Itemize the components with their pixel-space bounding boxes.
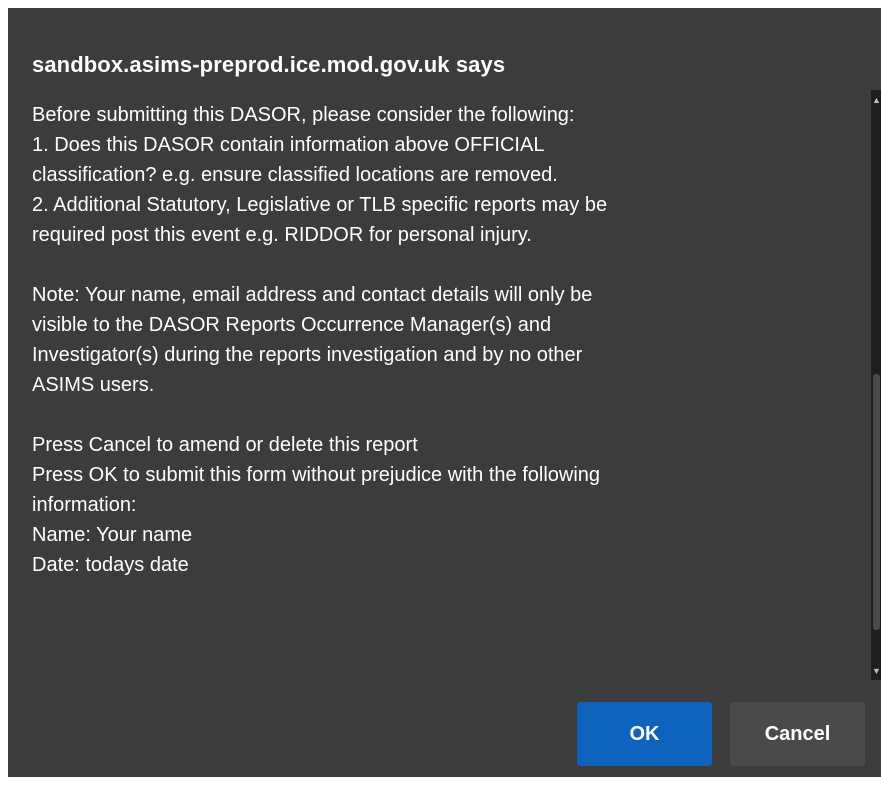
message-line: Note: Your name, email address and conta… — [32, 284, 593, 306]
dialog-title: sandbox.asims-preprod.ice.mod.gov.uk say… — [32, 52, 506, 77]
message-line: information: — [32, 494, 137, 516]
message-line: Name: Your name — [32, 524, 193, 546]
chevron-up-icon[interactable]: ▲ — [872, 96, 881, 105]
message-line: ASIMS users. — [32, 374, 155, 396]
message-line: Date: todays date — [32, 554, 189, 576]
message-line: 2. Additional Statutory, Legislative or … — [32, 194, 608, 216]
message-line: required post this event e.g. RIDDOR for… — [32, 224, 532, 246]
message-line: 1. Does this DASOR contain information a… — [32, 134, 545, 156]
message-line: Press OK to submit this form without pre… — [32, 464, 601, 486]
cancel-button[interactable]: Cancel — [730, 702, 865, 766]
chevron-down-icon[interactable]: ▼ — [872, 667, 881, 676]
message-line: Press Cancel to amend or delete this rep… — [32, 434, 418, 456]
message-line: Before submitting this DASOR, please con… — [32, 104, 575, 126]
ok-button[interactable]: OK — [577, 702, 712, 766]
alert-dialog: sandbox.asims-preprod.ice.mod.gov.uk say… — [8, 8, 881, 777]
message-line: visible to the DASOR Reports Occurrence … — [32, 314, 552, 336]
message-line: classification? e.g. ensure classified l… — [32, 164, 558, 186]
message-scrollbar[interactable]: ▲ ▼ — [871, 90, 881, 680]
message-line: Investigator(s) during the reports inves… — [32, 344, 583, 366]
scrollbar-thumb[interactable] — [873, 374, 880, 630]
dialog-message: Before submitting this DASOR, please con… — [32, 100, 852, 680]
